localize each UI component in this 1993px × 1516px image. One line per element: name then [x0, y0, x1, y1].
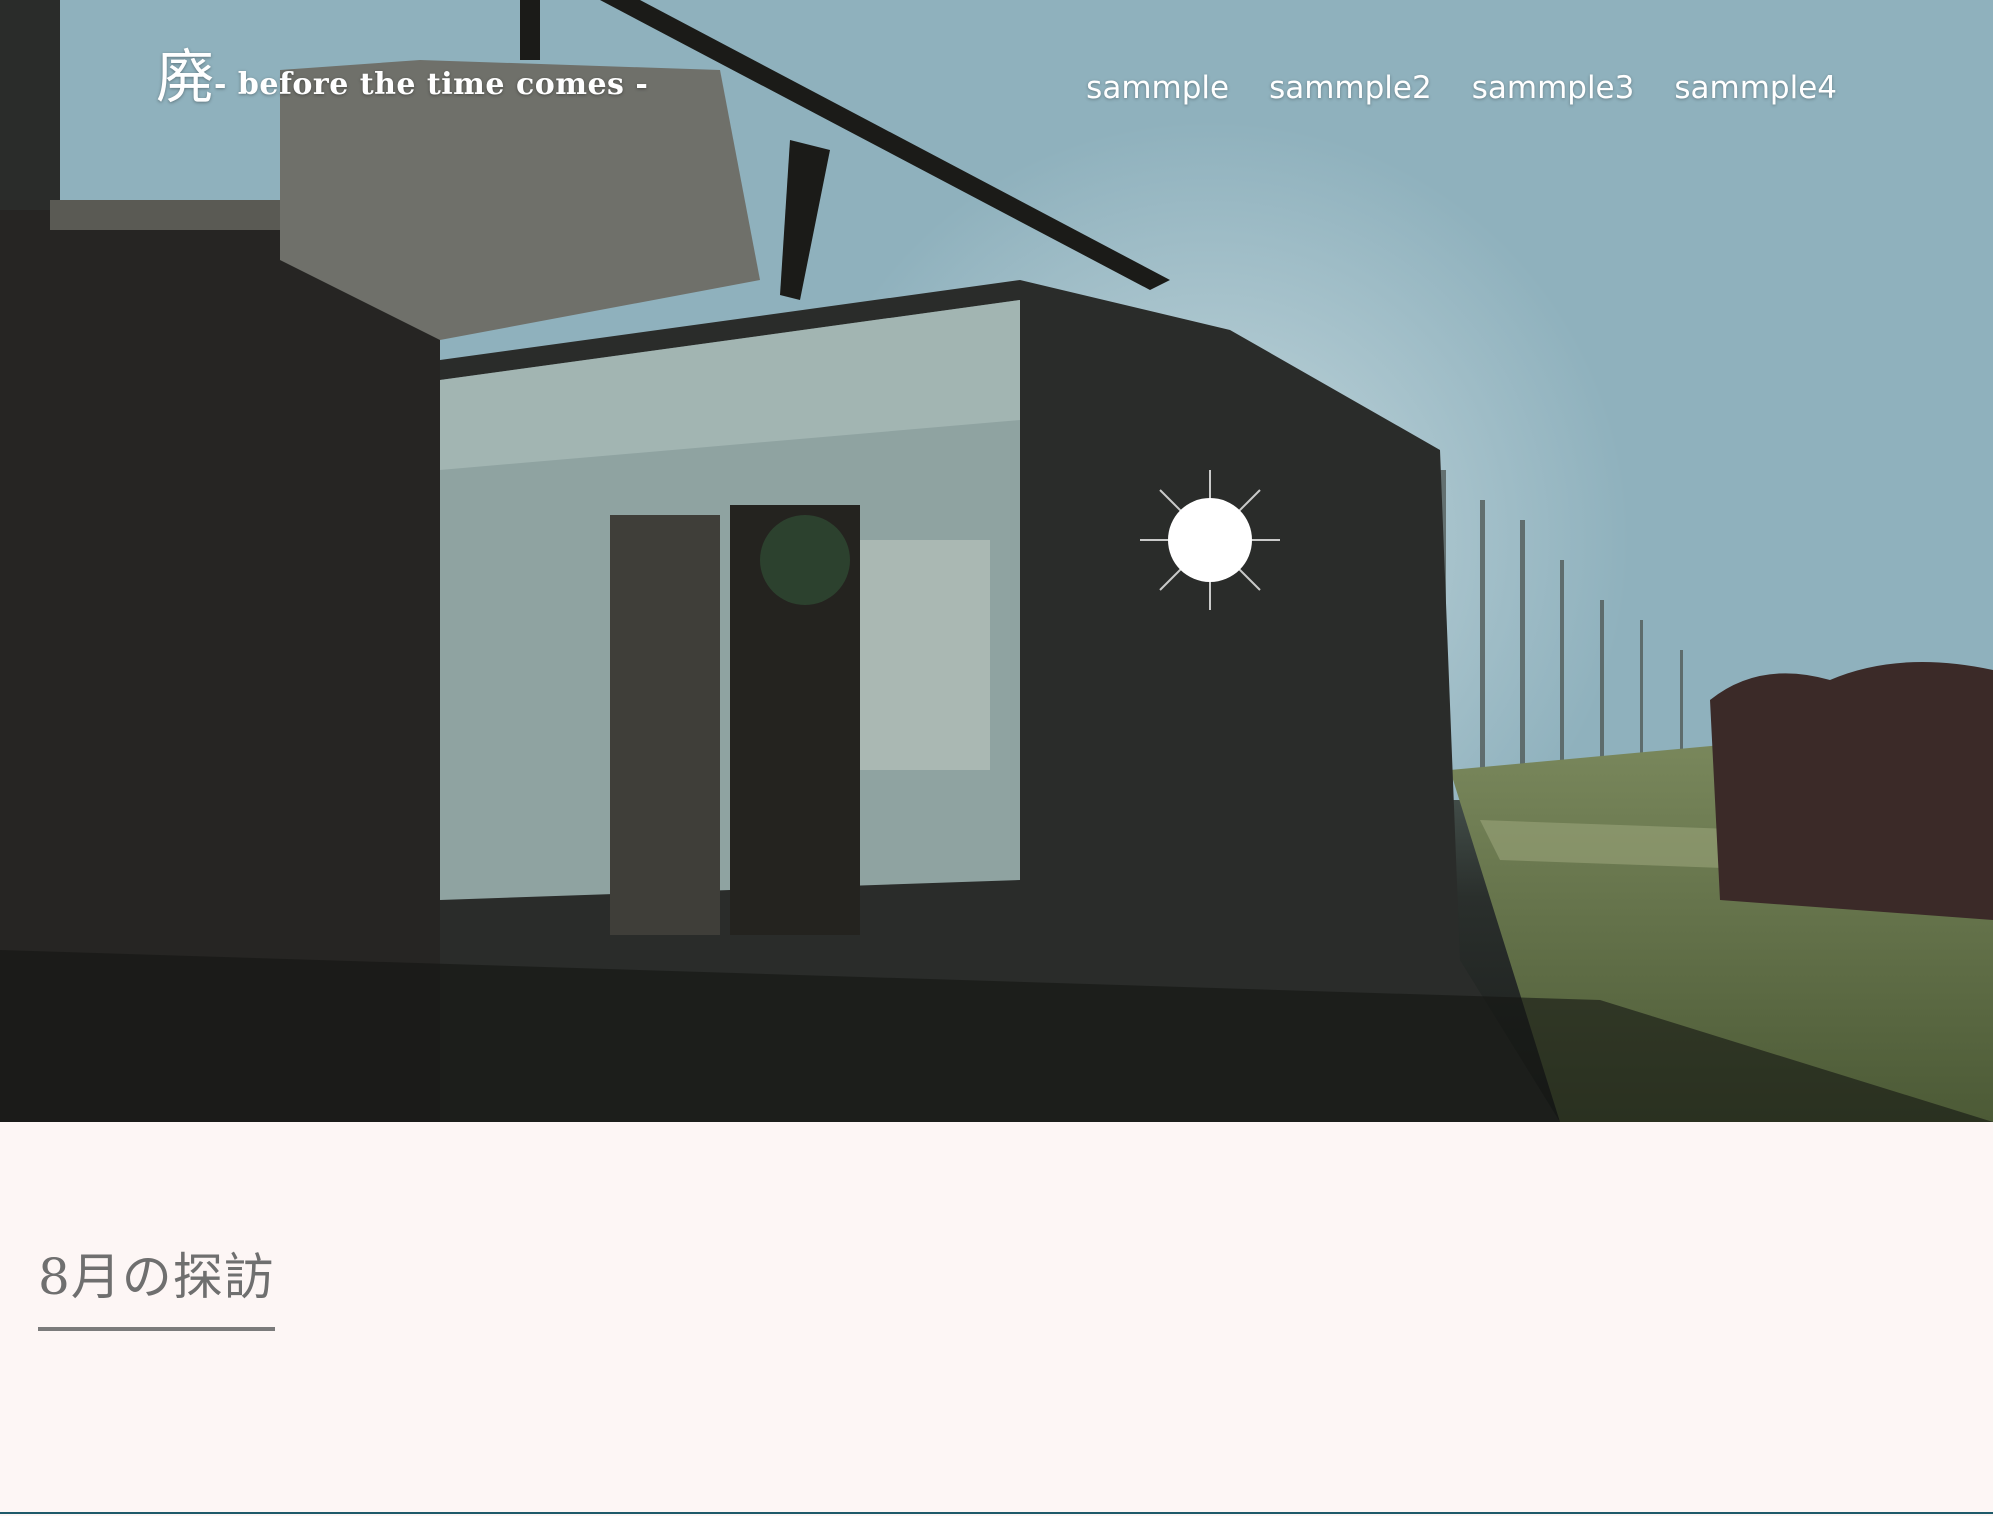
bottom-divider: [0, 1512, 1993, 1514]
main-content: 8月の探訪: [0, 1122, 1993, 1514]
nav-item-sammple[interactable]: sammple: [1086, 70, 1229, 106]
section-title: 8月の探訪: [38, 1237, 275, 1331]
logo-tagline: - before the time comes -: [214, 67, 649, 102]
logo-kanji: 廃: [156, 43, 215, 111]
nav-item-sammple2[interactable]: sammple2: [1269, 70, 1432, 106]
nav-item-sammple4[interactable]: sammple4: [1674, 70, 1837, 106]
hero-image: 廃- before the time comes - sammple sammp…: [0, 0, 1993, 1122]
main-nav: sammple sammple2 sammple3 sammple4: [1086, 70, 1837, 106]
site-logo[interactable]: 廃- before the time comes -: [156, 48, 648, 106]
site-header: 廃- before the time comes - sammple sammp…: [0, 0, 1993, 170]
nav-item-sammple3[interactable]: sammple3: [1472, 70, 1635, 106]
